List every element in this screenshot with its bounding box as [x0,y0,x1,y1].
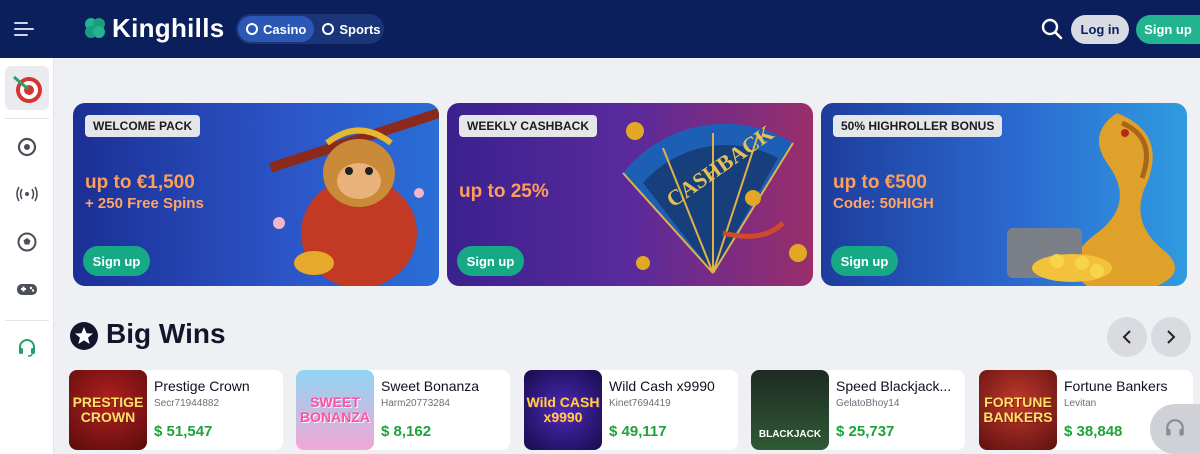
chevron-left-icon [1122,330,1131,344]
win-amount: $ 51,547 [154,423,213,440]
big-wins-title: Big Wins [106,318,226,349]
carousel-prev-button[interactable] [1107,317,1147,357]
big-win-card[interactable]: Wild CASH x9990 Wild Cash x9990 Kinet769… [524,370,738,450]
sidebar-item-support[interactable] [5,326,49,370]
winner-username: Harm20773284 [381,398,450,409]
casino-chip-icon [17,137,37,157]
monkey-king-icon [269,103,439,286]
big-win-card[interactable]: SWEET BONANZA Sweet Bonanza Harm20773284… [296,370,510,450]
game-name: Wild Cash x9990 [609,378,715,394]
game-thumbnail-title: BLACKJACK [758,428,822,440]
game-thumbnail-title: FORTUNE BANKERS [983,394,1053,425]
game-name: Sweet Bonanza [381,378,480,394]
game-thumbnail: BLACKJACK [751,370,829,450]
search-icon[interactable] [1040,17,1064,41]
promo-signup-button[interactable]: Sign up [457,246,524,276]
promo-card-welcome[interactable]: WELCOME PACK up to €1,500 + 250 Free Spi… [73,103,439,286]
big-win-card[interactable]: BLACKJACK Speed Blackjack... GelatoBhoy1… [751,370,965,450]
promo-badge: 50% HIGHROLLER BONUS [833,115,1003,137]
casino-chip-icon [246,23,258,35]
promo-badge: WELCOME PACK [85,115,201,137]
cashback-fan-icon: CASHBACK [622,120,807,274]
gamepad-icon [17,284,37,295]
promo-signup-button[interactable]: Sign up [831,246,898,276]
game-thumbnail: PRESTIGE CROWN [69,370,147,450]
star-icon [70,322,98,350]
soccer-ball-icon [17,232,37,252]
tab-casino[interactable]: Casino [238,16,315,42]
logo[interactable]: Kinghills [82,10,224,46]
promo-badge: WEEKLY CASHBACK [459,115,598,137]
promo-subline: Code: 50HIGH [833,195,934,212]
win-amount: $ 25,737 [836,423,895,440]
game-name: Prestige Crown [154,378,250,394]
login-button[interactable]: Log in [1071,15,1129,44]
promo-headline: up to €500 [833,172,927,193]
win-amount: $ 49,117 [609,423,667,440]
promo-headline: up to 25% [459,181,549,202]
promo-subline: + 250 Free Spins [85,195,204,212]
win-amount: $ 8,162 [381,423,432,440]
live-support-button[interactable] [1150,404,1200,454]
game-thumbnail: SWEET BONANZA [296,370,374,450]
sidebar-item-promotions[interactable] [5,66,49,110]
game-name: Speed Blackjack... [836,378,952,394]
dartboard-icon [13,75,42,103]
promo-card-cashback[interactable]: CASHBACK WEEKLY CASHBACK up to 25% Sign … [447,103,813,286]
winner-username: Levitan [1064,398,1097,409]
golden-dragon-icon [1007,113,1175,286]
sidebar-item-live[interactable] [5,172,49,216]
game-thumbnail: FORTUNE BANKERS [979,370,1057,450]
tab-sports[interactable]: Sports [314,16,388,42]
logo-text: Kinghills [112,12,225,43]
big-win-card[interactable]: PRESTIGE CROWN Prestige Crown Secr719448… [69,370,283,450]
hamburger-menu-icon[interactable] [14,19,36,39]
product-switcher: Casino Sports [236,14,384,44]
promo-headline: up to €1,500 [85,172,195,193]
win-amount: $ 38,848 [1064,423,1123,440]
sidebar-divider [5,118,49,119]
sidebar-divider [5,320,49,321]
support-headset-icon [19,339,35,357]
sidebar-item-casino[interactable] [5,125,49,169]
tab-casino-label: Casino [263,21,307,37]
winner-username: Secr71944882 [154,398,220,409]
game-thumbnail-title: Wild CASH x9990 [526,394,600,425]
game-name: Fortune Bankers [1064,378,1168,394]
top-header: Kinghills Casino Sports Log in Sign up [0,0,1200,58]
game-thumbnail: Wild CASH x9990 [524,370,602,450]
promo-card-highroller[interactable]: 50% HIGHROLLER BONUS up to €500 Code: 50… [821,103,1187,286]
support-headset-icon [1166,419,1184,436]
signup-button[interactable]: Sign up [1136,15,1200,44]
carousel-next-button[interactable] [1151,317,1191,357]
game-thumbnail-title: SWEET BONANZA [300,394,370,425]
game-thumbnail-title: PRESTIGE CROWN [72,394,144,425]
chevron-right-icon [1167,330,1176,344]
sidebar-item-games[interactable] [5,267,49,311]
live-broadcast-icon [16,186,38,202]
winner-username: Kinet7694419 [609,398,671,409]
promo-signup-button[interactable]: Sign up [83,246,150,276]
sidebar-item-sports[interactable] [5,220,49,264]
soccer-ball-icon [322,23,335,35]
clover-logo-icon [85,18,105,38]
winner-username: GelatoBhoy14 [836,398,900,409]
sidebar [0,58,54,454]
tab-sports-label: Sports [339,21,381,37]
